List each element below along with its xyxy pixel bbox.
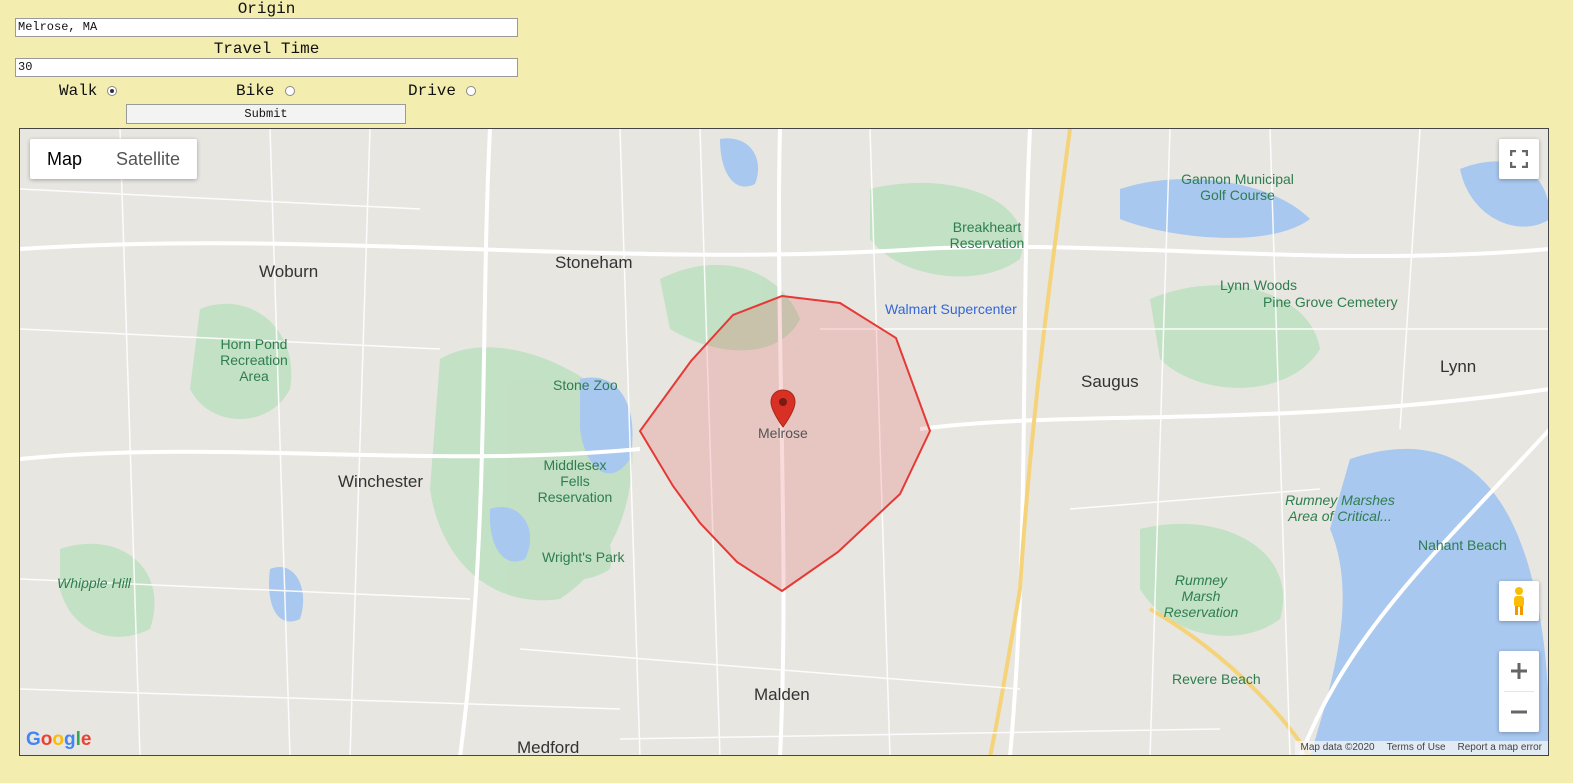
map-view[interactable]: Stoneham Woburn Winchester Malden Medfor…	[19, 128, 1549, 756]
origin-input[interactable]	[15, 18, 518, 37]
place-label: Woburn	[259, 262, 319, 281]
place-label: Saugus	[1081, 372, 1139, 391]
origin-label: Origin	[237, 0, 296, 18]
map-type-map-button[interactable]: Map	[30, 139, 99, 179]
place-label: Middlesex Fells Reservation	[537, 457, 613, 505]
place-label: Revere Beach	[1172, 671, 1261, 687]
bike-radio[interactable]	[285, 86, 295, 96]
plus-icon	[1511, 663, 1527, 679]
place-label: Medford	[517, 738, 580, 756]
place-label: Breakheart Reservation	[949, 219, 1025, 251]
place-label: Pine Grove Cemetery	[1263, 294, 1398, 310]
place-label: Rumney Marsh Reservation	[1163, 572, 1239, 620]
map-data-attribution: Map data ©2020	[1300, 742, 1375, 753]
pegman-icon	[1514, 587, 1524, 615]
report-map-error-link[interactable]: Report a map error	[1452, 741, 1548, 755]
location-marker-icon[interactable]	[770, 389, 796, 429]
drive-label: Drive	[408, 82, 457, 100]
place-label: Wright's Park	[542, 549, 625, 565]
place-label: Winchester	[338, 472, 424, 491]
travel-time-input[interactable]	[15, 58, 518, 77]
fullscreen-icon	[1510, 150, 1528, 168]
map-type-satellite-button[interactable]: Satellite	[99, 139, 197, 179]
place-label: Walmart Supercenter	[885, 301, 1017, 317]
map-footer: Map data ©2020 Terms of Use Report a map…	[1294, 741, 1548, 755]
street-view-button[interactable]	[1499, 581, 1539, 621]
isochrone-polygon	[638, 294, 932, 593]
fullscreen-button[interactable]	[1499, 139, 1539, 179]
place-label: Lynn Woods	[1220, 277, 1298, 293]
travel-time-label: Travel Time	[213, 40, 320, 58]
submit-button[interactable]: Submit	[126, 104, 406, 124]
travel-mode-group: Walk Bike Drive	[15, 80, 518, 102]
zoom-out-button[interactable]	[1499, 692, 1539, 732]
place-label: Stone Zoo	[553, 377, 618, 393]
place-label: Rumney Marshes Area of Critical...	[1285, 492, 1395, 524]
zoom-control	[1499, 651, 1539, 732]
walk-radio[interactable]	[107, 86, 117, 96]
place-label: Gannon Municipal Golf Course	[1181, 171, 1294, 203]
terms-of-use-link[interactable]: Terms of Use	[1381, 741, 1452, 755]
place-label: Malden	[754, 685, 810, 704]
place-label: Horn Pond Recreation Area	[220, 336, 288, 384]
bike-label: Bike	[236, 82, 275, 100]
place-label: Lynn	[1440, 357, 1477, 376]
place-label: Stoneham	[555, 253, 633, 272]
zoom-in-button[interactable]	[1499, 651, 1539, 691]
map-canvas[interactable]	[20, 129, 1549, 756]
drive-radio[interactable]	[466, 86, 476, 96]
marker-label: Melrose	[758, 425, 808, 441]
walk-label: Walk	[59, 82, 98, 100]
minus-icon	[1511, 710, 1527, 714]
place-label: Whipple Hill	[57, 575, 131, 591]
place-label: Nahant Beach	[1418, 537, 1507, 553]
map-type-control: Map Satellite	[30, 139, 198, 179]
google-logo: Google	[26, 729, 92, 750]
search-form: Origin Travel Time Walk Bike Drive Submi…	[15, 0, 518, 124]
